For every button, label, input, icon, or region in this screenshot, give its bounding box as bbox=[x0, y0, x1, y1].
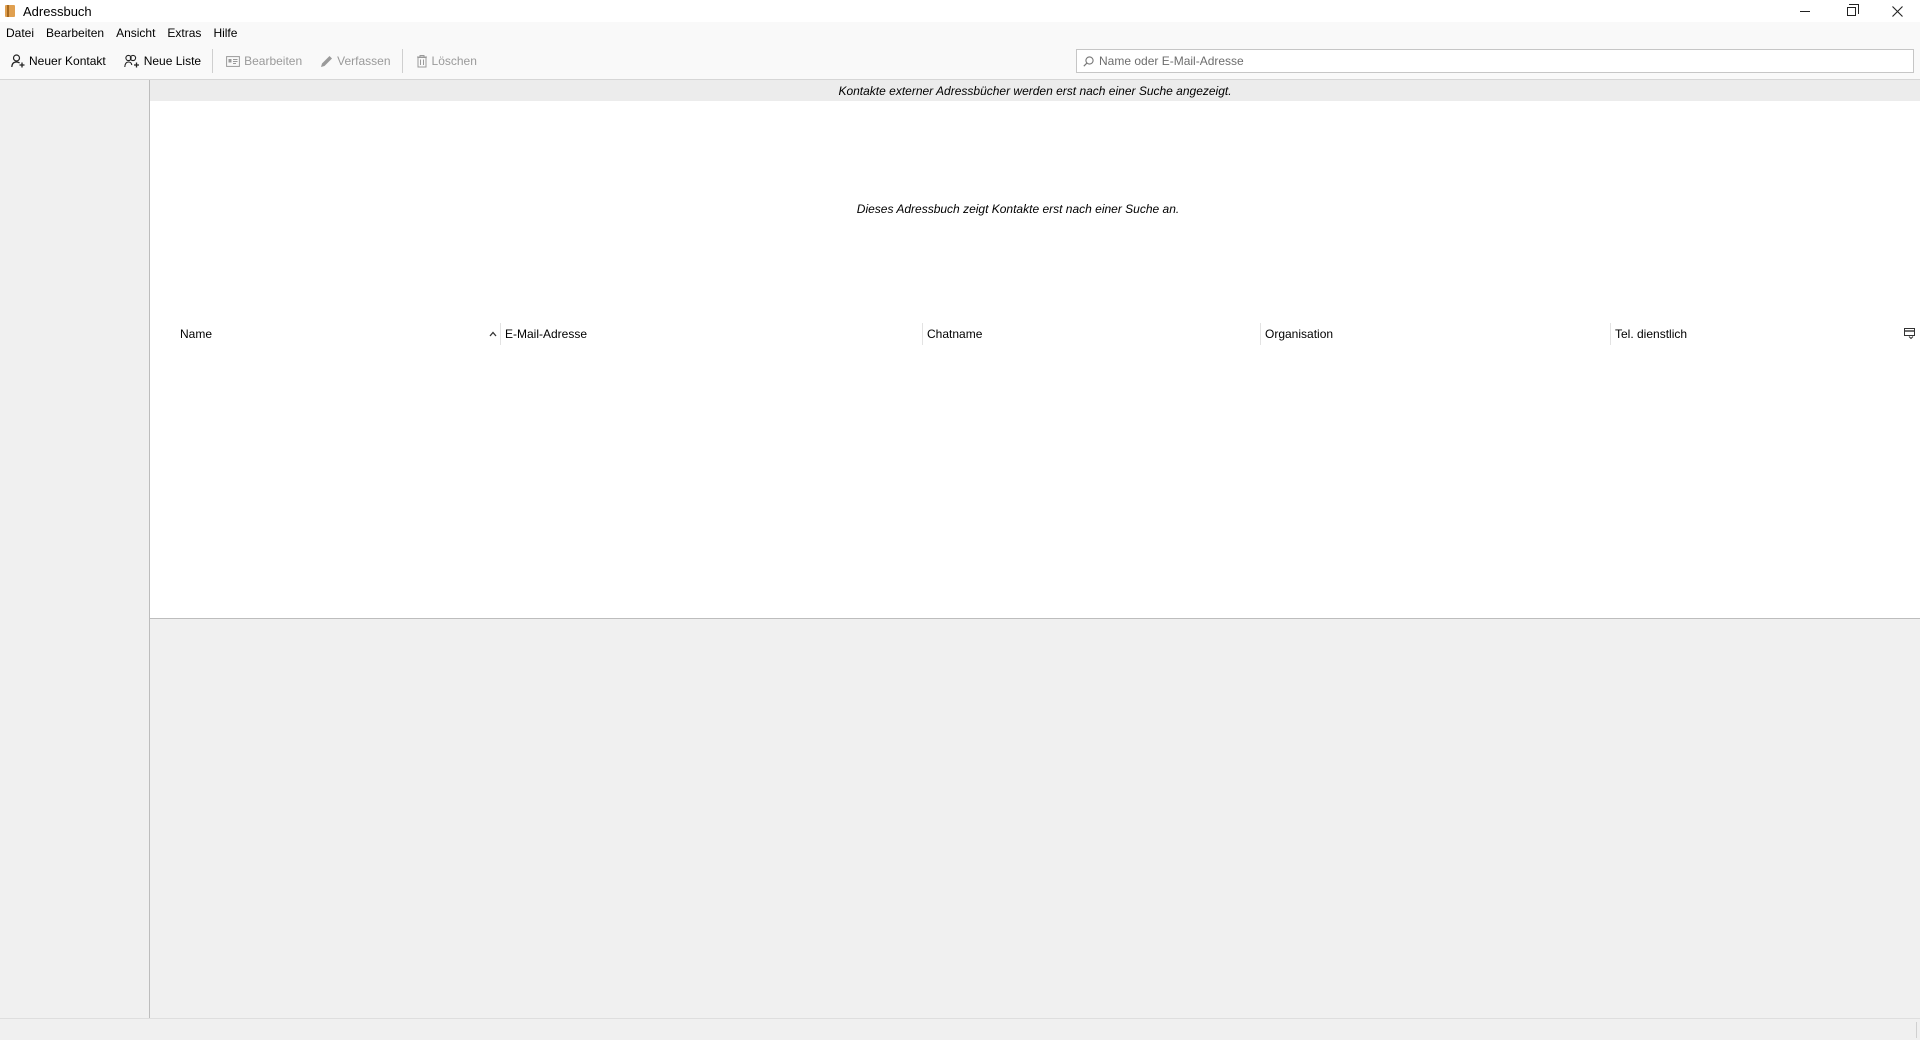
menu-ansicht[interactable]: Ansicht bbox=[116, 26, 155, 40]
column-work-phone-label: Tel. dienstlich bbox=[1615, 327, 1688, 341]
menu-bar: Datei Bearbeiten Ansicht Extras Hilfe bbox=[0, 22, 1920, 43]
column-header-chatname[interactable]: Chatname bbox=[922, 323, 1260, 345]
column-header-name[interactable]: Name bbox=[176, 323, 496, 345]
delete-label: Löschen bbox=[431, 54, 477, 68]
external-books-notice: Kontakte externer Adressbücher werden er… bbox=[150, 80, 1920, 101]
compose-label: Verfassen bbox=[337, 54, 391, 68]
sort-ascending-icon bbox=[489, 331, 497, 337]
column-chatname-label: Chatname bbox=[927, 327, 983, 341]
column-header-organisation[interactable]: Organisation bbox=[1260, 323, 1610, 345]
column-email-label: E-Mail-Adresse bbox=[505, 327, 588, 341]
column-header-email[interactable]: E-Mail-Adresse bbox=[500, 323, 924, 345]
toolbar-separator bbox=[212, 49, 214, 73]
menu-datei[interactable]: Datei bbox=[6, 26, 34, 40]
close-icon bbox=[1891, 5, 1903, 17]
address-book-icon bbox=[5, 4, 17, 18]
edit-card-icon bbox=[226, 56, 240, 67]
toolbar-separator-2 bbox=[401, 49, 403, 73]
pencil-icon bbox=[321, 55, 333, 67]
restore-icon bbox=[1846, 3, 1859, 16]
column-header-row: Name E-Mail-Adresse Chatname Organisatio… bbox=[150, 323, 1920, 345]
address-book-sidebar[interactable] bbox=[0, 80, 150, 1018]
toolbar: Neuer Kontakt Neue Liste Bearbeiten Verf… bbox=[0, 43, 1920, 80]
new-contact-label: Neuer Kontakt bbox=[29, 54, 106, 68]
edit-button[interactable]: Bearbeiten bbox=[223, 48, 305, 74]
add-list-icon bbox=[123, 54, 139, 68]
title-bar: Adressbuch bbox=[0, 0, 1920, 22]
window-controls bbox=[1782, 0, 1920, 22]
column-organisation-label: Organisation bbox=[1265, 327, 1334, 341]
status-bar-divider bbox=[1916, 1022, 1917, 1038]
column-picker-icon[interactable] bbox=[1904, 328, 1916, 339]
compose-button[interactable]: Verfassen bbox=[317, 48, 393, 74]
search-input[interactable] bbox=[1099, 54, 1899, 68]
empty-results-message: Dieses Adressbuch zeigt Kontakte erst na… bbox=[856, 202, 1180, 216]
column-name-label: Name bbox=[180, 327, 213, 341]
search-icon bbox=[1083, 55, 1094, 67]
contact-details-pane bbox=[150, 619, 1920, 1018]
new-contact-button[interactable]: Neuer Kontakt bbox=[8, 48, 109, 74]
edit-label: Bearbeiten bbox=[244, 54, 303, 68]
contacts-results-pane: Dieses Adressbuch zeigt Kontakte erst na… bbox=[150, 101, 1920, 619]
status-bar bbox=[0, 1018, 1920, 1040]
menu-extras[interactable]: Extras bbox=[167, 26, 201, 40]
new-list-button[interactable]: Neue Liste bbox=[121, 48, 204, 74]
window-title: Adressbuch bbox=[23, 3, 92, 19]
add-contact-icon bbox=[11, 54, 25, 68]
close-button[interactable] bbox=[1874, 0, 1920, 22]
menu-bearbeiten[interactable]: Bearbeiten bbox=[46, 26, 104, 40]
trash-icon bbox=[416, 55, 427, 68]
minimize-button[interactable] bbox=[1782, 0, 1828, 22]
column-header-work-phone[interactable]: Tel. dienstlich bbox=[1610, 323, 1898, 345]
menu-hilfe[interactable]: Hilfe bbox=[213, 26, 237, 40]
restore-button[interactable] bbox=[1828, 0, 1874, 22]
new-list-label: Neue Liste bbox=[143, 54, 202, 68]
minimize-icon bbox=[1800, 10, 1810, 12]
delete-button[interactable]: Löschen bbox=[413, 48, 480, 74]
search-box[interactable] bbox=[1076, 49, 1914, 73]
